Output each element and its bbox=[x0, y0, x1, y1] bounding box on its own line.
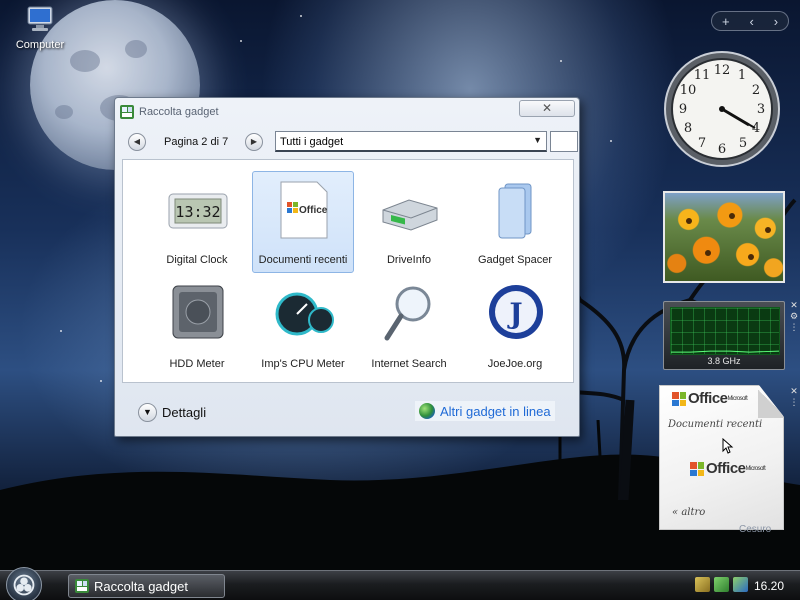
svg-text:13:32: 13:32 bbox=[175, 203, 220, 221]
filter-selected-value: Tutti i gadget bbox=[280, 136, 344, 148]
wrench-icon[interactable]: ⚙ bbox=[789, 311, 799, 322]
window-titlebar[interactable]: Raccolta gadget ✕ bbox=[115, 98, 579, 124]
security-icon[interactable] bbox=[714, 577, 729, 592]
cpu-meter-gadget[interactable]: 3.8 GHz bbox=[663, 301, 785, 370]
more-link[interactable]: « altro bbox=[672, 507, 705, 518]
page-indicator: Pagina 2 di 7 bbox=[164, 136, 229, 148]
close-button[interactable]: ✕ bbox=[519, 100, 575, 117]
office-document-item[interactable]: OfficeMicrosoft bbox=[690, 461, 766, 476]
globe-icon bbox=[419, 403, 435, 419]
more-gadgets-online-link[interactable]: Altri gadget in linea bbox=[415, 401, 555, 421]
clock-gadget[interactable]: 12 12 345 678 91011 bbox=[662, 49, 782, 169]
search-input[interactable] bbox=[550, 131, 578, 152]
office-logo: OfficeMicrosoft bbox=[672, 391, 748, 406]
taskbar-item-gadget-gallery[interactable]: Raccolta gadget bbox=[68, 574, 225, 598]
svg-text:11: 11 bbox=[694, 68, 711, 83]
joejoe-logo-icon: J bbox=[489, 285, 543, 339]
mouse-cursor-icon bbox=[722, 438, 734, 454]
gadget-tile-hdd-meter[interactable]: HDD Meter bbox=[146, 275, 248, 377]
taskbar: Raccolta gadget 16.20 bbox=[0, 567, 800, 600]
magnifier-icon bbox=[384, 286, 431, 341]
svg-text:1: 1 bbox=[738, 68, 746, 83]
hdd-meter-icon bbox=[172, 285, 224, 339]
chevron-down-icon: ▼ bbox=[138, 403, 157, 422]
more-online-label: Altri gadget in linea bbox=[440, 403, 551, 419]
svg-text:10: 10 bbox=[680, 83, 697, 98]
gadget-tile-internet-search[interactable]: Internet Search bbox=[358, 275, 460, 377]
hard-drive-icon bbox=[382, 199, 438, 231]
gadget-label: Documenti recenti bbox=[258, 254, 348, 266]
gadget-label: Gadget Spacer bbox=[478, 254, 552, 266]
gallery-app-icon bbox=[75, 579, 89, 593]
next-page-button[interactable]: › bbox=[774, 14, 778, 29]
taskbar-item-label: Raccolta gadget bbox=[94, 578, 188, 594]
gallery-app-icon bbox=[120, 105, 134, 119]
svg-text:3: 3 bbox=[757, 102, 765, 117]
gadget-tile-cpu-meter[interactable]: Imp's CPU Meter bbox=[252, 275, 354, 377]
svg-text:9: 9 bbox=[679, 102, 687, 117]
gadget-label: Internet Search bbox=[371, 358, 447, 370]
close-icon[interactable]: ✕ bbox=[789, 300, 799, 311]
previous-page-button[interactable]: ◀ bbox=[128, 133, 146, 151]
computer-icon bbox=[27, 6, 53, 31]
drag-handle-icon[interactable]: ⋮ bbox=[789, 397, 799, 408]
previous-page-button[interactable]: ‹ bbox=[749, 14, 753, 29]
close-icon[interactable]: ✕ bbox=[789, 386, 799, 397]
slideshow-gadget[interactable] bbox=[663, 191, 785, 283]
svg-text:2: 2 bbox=[752, 83, 760, 98]
sidebar-icon[interactable] bbox=[733, 577, 748, 592]
svg-text:J: J bbox=[506, 297, 522, 330]
cpu-gadget-tools: ✕ ⚙ ⋮ bbox=[789, 300, 799, 333]
window-title: Raccolta gadget bbox=[139, 106, 219, 118]
office-document-icon: Office bbox=[280, 181, 328, 239]
recent-documents-title: Documenti recenti bbox=[668, 419, 763, 430]
system-tray bbox=[695, 577, 748, 592]
recent-documents-gadget[interactable]: OfficeMicrosoft Documenti recenti Office… bbox=[659, 385, 784, 530]
gadget-tile-digital-clock[interactable]: 13:32 Digital Clock bbox=[146, 171, 248, 273]
add-gadget-button[interactable]: + bbox=[722, 14, 730, 29]
gadget-tile-documenti-recenti[interactable]: Office Documenti recenti bbox=[252, 171, 354, 273]
cpu-frequency: 3.8 GHz bbox=[707, 356, 741, 366]
gadget-tile-gadget-spacer[interactable]: Gadget Spacer bbox=[464, 171, 566, 273]
desktop-icon-label: Computer bbox=[15, 39, 65, 51]
svg-text:6: 6 bbox=[718, 142, 726, 157]
gadget-label: HDD Meter bbox=[169, 358, 225, 370]
spacer-icon bbox=[498, 183, 532, 239]
start-button[interactable] bbox=[6, 567, 42, 600]
gadget-label: Imp's CPU Meter bbox=[261, 358, 345, 370]
chevron-down-icon: ▼ bbox=[533, 135, 542, 145]
svg-text:5: 5 bbox=[739, 136, 747, 151]
svg-text:Office: Office bbox=[299, 205, 328, 216]
gadget-label: DriveInfo bbox=[386, 254, 432, 266]
drag-handle-icon[interactable]: ⋮ bbox=[789, 322, 799, 333]
gadget-label: Digital Clock bbox=[166, 254, 228, 266]
start-orb-icon bbox=[13, 574, 35, 596]
details-toggle-button[interactable]: ▼ Dettagli bbox=[138, 403, 206, 422]
svg-text:4: 4 bbox=[752, 121, 760, 136]
recent-gadget-tools: ✕ ⋮ bbox=[789, 386, 799, 408]
desktop-icon-computer[interactable]: Computer bbox=[14, 4, 66, 51]
gadget-filter-select[interactable]: Tutti i gadget ▼ bbox=[275, 131, 547, 152]
gadget-label: JoeJoe.org bbox=[487, 358, 543, 370]
desktop[interactable]: Computer + ‹ › 12 1 2 345 678 9 10 11 ✕ ⚙ ⋮ … bbox=[0, 0, 800, 570]
gadget-grid: 13:32 Digital Clock Office Documenti rec… bbox=[122, 159, 574, 383]
gadget-tile-joejoe[interactable]: J JoeJoe.org bbox=[464, 275, 566, 377]
gadget-gallery-window: Raccolta gadget ✕ ◀ Pagina 2 di 7 ▶ Tutt… bbox=[114, 97, 580, 437]
gallery-toolbar: ◀ Pagina 2 di 7 ▶ Tutti i gadget ▼ bbox=[122, 127, 578, 154]
user-name-watermark: Cesuro bbox=[739, 524, 772, 535]
sidebar-controls: + ‹ › bbox=[711, 11, 789, 31]
next-page-button[interactable]: ▶ bbox=[245, 133, 263, 151]
digital-clock-icon: 13:32 bbox=[168, 193, 228, 229]
details-label: Dettagli bbox=[162, 405, 207, 420]
taskbar-clock[interactable]: 16.20 bbox=[754, 579, 784, 593]
cpu-gauge-icon bbox=[275, 292, 334, 336]
key-icon[interactable] bbox=[695, 577, 710, 592]
cpu-graph bbox=[670, 307, 780, 355]
gallery-footer: ▼ Dettagli Altri gadget in linea bbox=[122, 390, 574, 430]
gadget-tile-driveinfo[interactable]: DriveInfo bbox=[358, 171, 460, 273]
svg-text:12: 12 bbox=[714, 63, 731, 78]
svg-text:8: 8 bbox=[684, 121, 692, 136]
svg-text:7: 7 bbox=[698, 136, 706, 151]
